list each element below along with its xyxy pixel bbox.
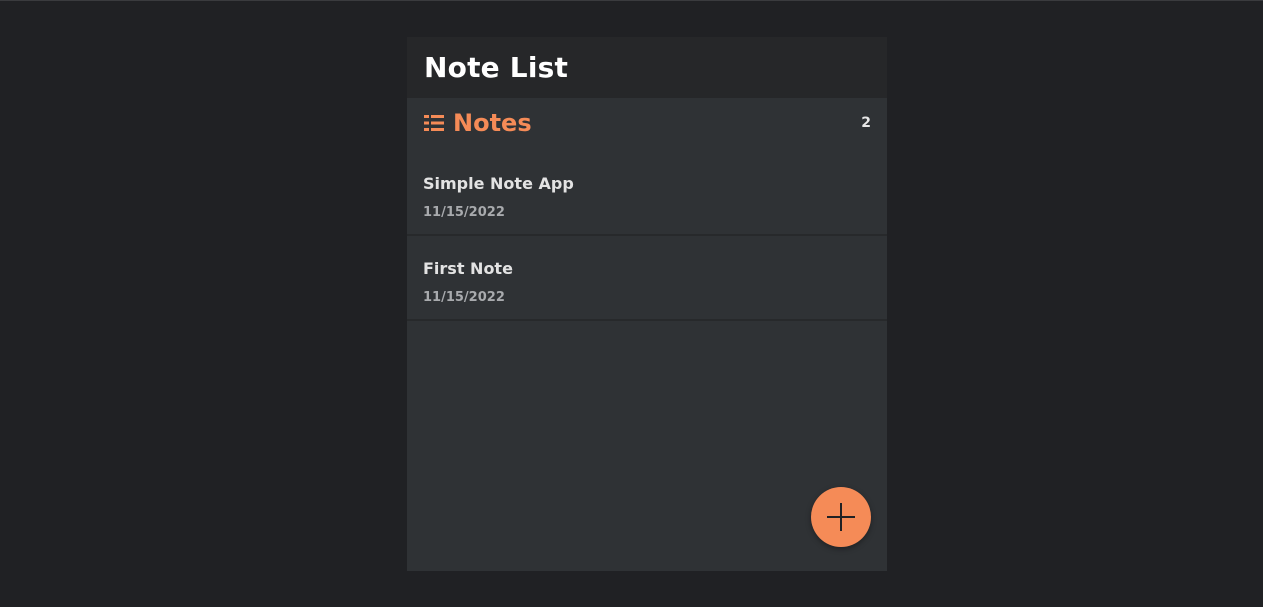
notes-count-badge: 2	[861, 115, 871, 131]
window-top-border	[0, 0, 1263, 1]
note-title: First Note	[423, 259, 513, 278]
note-list: Simple Note App 11/15/2022 First Note 11…	[407, 151, 887, 321]
note-list-app: Note List Notes 2 Simple Note App 11/15/…	[407, 37, 887, 571]
notes-section-title: Notes	[453, 109, 532, 137]
note-list-item[interactable]: First Note 11/15/2022	[407, 236, 887, 321]
note-title: Simple Note App	[423, 174, 574, 193]
app-title: Note List	[424, 51, 569, 84]
note-date: 11/15/2022	[423, 205, 505, 220]
notes-section-header: Notes 2	[407, 98, 887, 148]
add-note-button[interactable]	[811, 487, 871, 547]
list-icon	[424, 113, 444, 133]
note-list-item[interactable]: Simple Note App 11/15/2022	[407, 151, 887, 236]
app-header: Note List	[407, 37, 887, 98]
plus-icon	[825, 501, 857, 533]
note-date: 11/15/2022	[423, 290, 505, 305]
